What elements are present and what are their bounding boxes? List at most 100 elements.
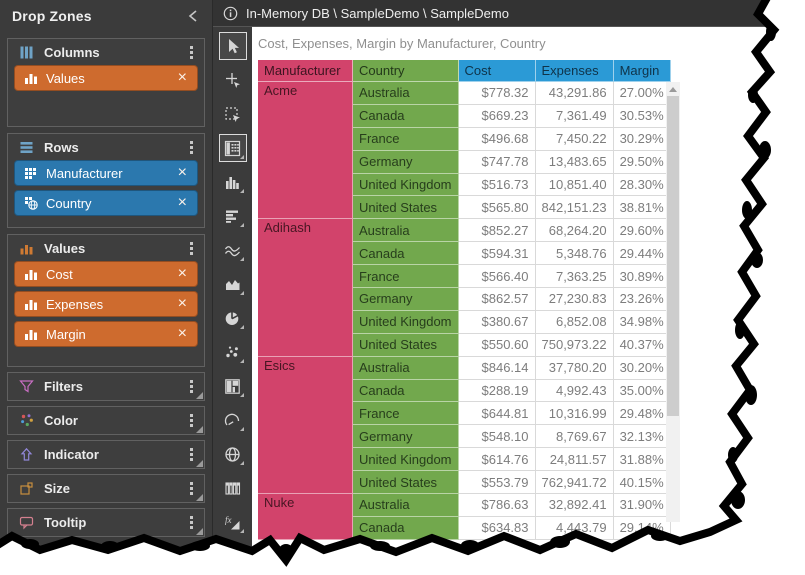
country-cell[interactable]: Canada (353, 517, 459, 540)
margin-cell[interactable]: 34.98% (614, 311, 671, 334)
expenses-cell[interactable]: 7,450.22 (536, 128, 614, 151)
margin-cell[interactable]: 28.30% (614, 174, 671, 197)
column-header-cost[interactable]: Cost (459, 60, 536, 82)
margin-cell[interactable]: 30.29% (614, 128, 671, 151)
country-cell[interactable]: United Kingdom (353, 448, 459, 471)
cost-cell[interactable]: $496.68 (459, 128, 536, 151)
country-cell[interactable]: United States (353, 334, 459, 357)
field-chip-manufacturer[interactable]: Manufacturer × (14, 160, 198, 186)
cost-cell[interactable]: $553.79 (459, 471, 536, 494)
panel-header-size[interactable]: Size (8, 475, 204, 501)
resize-grip[interactable] (196, 392, 203, 399)
expenses-cell[interactable]: 842,151.23 (536, 196, 614, 219)
country-cell[interactable]: France (353, 265, 459, 288)
country-cell[interactable]: United States (353, 196, 459, 219)
margin-cell[interactable]: 32.13% (614, 425, 671, 448)
vertical-scrollbar[interactable] (666, 82, 680, 522)
tool-lines[interactable] (219, 236, 247, 264)
expenses-cell[interactable]: 8,769.67 (536, 425, 614, 448)
cost-cell[interactable]: $594.31 (459, 242, 536, 265)
panel-header-columns[interactable]: Columns (8, 39, 204, 65)
margin-cell[interactable]: 29.50% (614, 151, 671, 174)
cost-cell[interactable]: $614.76 (459, 448, 536, 471)
expenses-cell[interactable]: 762,941.72 (536, 471, 614, 494)
country-cell[interactable]: United States (353, 471, 459, 494)
margin-cell[interactable]: 29.60% (614, 219, 671, 242)
tool-bar-chart[interactable] (219, 168, 247, 196)
expenses-cell[interactable]: 750,973.22 (536, 334, 614, 357)
margin-cell[interactable]: 38.81% (614, 196, 671, 219)
cost-cell[interactable]: $548.10 (459, 425, 536, 448)
field-chip-cost[interactable]: Cost × (14, 261, 198, 287)
tool-map[interactable] (219, 440, 247, 468)
expenses-cell[interactable]: 6,852.08 (536, 311, 614, 334)
tool-stacked-bars[interactable] (219, 202, 247, 230)
country-cell[interactable]: Canada (353, 380, 459, 403)
tool-range-area[interactable] (219, 270, 247, 298)
panel-menu-button[interactable] (186, 43, 197, 62)
manufacturer-group-cell[interactable]: Adihash (258, 219, 353, 356)
remove-field-button[interactable]: × (176, 296, 189, 312)
tool-scatter[interactable] (219, 338, 247, 366)
expenses-cell[interactable]: 5,348.76 (536, 242, 614, 265)
resize-grip[interactable] (196, 460, 203, 467)
panel-header-color[interactable]: Color (8, 407, 204, 433)
expenses-cell[interactable]: 43,291.86 (536, 82, 614, 105)
expenses-cell[interactable]: 7,361.49 (536, 105, 614, 128)
tool-calculated-fx[interactable]: fx (219, 508, 247, 536)
cost-cell[interactable]: $669.23 (459, 105, 536, 128)
country-cell[interactable]: Australia (353, 82, 459, 105)
country-cell[interactable]: United Kingdom (353, 174, 459, 197)
panel-menu-button[interactable] (186, 239, 197, 258)
tool-pointer[interactable] (219, 32, 247, 60)
field-chip-expenses[interactable]: Expenses × (14, 291, 198, 317)
expenses-cell[interactable]: 10,316.99 (536, 402, 614, 425)
scroll-up-button[interactable] (666, 82, 680, 96)
country-cell[interactable]: Canada (353, 105, 459, 128)
country-cell[interactable]: Australia (353, 357, 459, 380)
margin-cell[interactable]: 30.89% (614, 265, 671, 288)
cost-cell[interactable]: $634.83 (459, 517, 536, 540)
field-chip-margin[interactable]: Margin × (14, 321, 198, 347)
resize-grip[interactable] (196, 494, 203, 501)
margin-cell[interactable]: 30.53% (614, 105, 671, 128)
cost-cell[interactable]: $644.81 (459, 402, 536, 425)
manufacturer-group-cell[interactable]: Acme (258, 82, 353, 219)
remove-field-button[interactable]: × (176, 70, 189, 86)
margin-cell[interactable]: 29.44% (614, 242, 671, 265)
country-cell[interactable]: Australia (353, 494, 459, 517)
tool-cards[interactable] (219, 474, 247, 502)
panel-header-rows[interactable]: Rows (8, 134, 204, 160)
margin-cell[interactable]: 30.20% (614, 357, 671, 380)
manufacturer-group-cell[interactable]: Esics (258, 357, 353, 494)
expenses-cell[interactable]: 10,851.40 (536, 174, 614, 197)
collapse-sidebar-button[interactable] (184, 7, 202, 25)
cost-cell[interactable]: $747.78 (459, 151, 536, 174)
expenses-cell[interactable]: 7,363.25 (536, 265, 614, 288)
column-header-country[interactable]: Country (353, 60, 459, 82)
country-cell[interactable]: Australia (353, 219, 459, 242)
cost-cell[interactable]: $852.27 (459, 219, 536, 242)
tool-pie[interactable] (219, 304, 247, 332)
expenses-cell[interactable]: 32,892.41 (536, 494, 614, 517)
column-header-margin[interactable]: Margin (614, 60, 671, 82)
cost-cell[interactable]: $786.63 (459, 494, 536, 517)
remove-field-button[interactable]: × (176, 326, 189, 342)
cost-cell[interactable]: $550.60 (459, 334, 536, 357)
margin-cell[interactable]: 35.00% (614, 380, 671, 403)
expenses-cell[interactable]: 37,780.20 (536, 357, 614, 380)
margin-cell[interactable]: 23.26% (614, 288, 671, 311)
remove-field-button[interactable]: × (176, 165, 189, 181)
cost-cell[interactable]: $565.80 (459, 196, 536, 219)
cost-cell[interactable]: $380.67 (459, 311, 536, 334)
expenses-cell[interactable]: 13,483.65 (536, 151, 614, 174)
cost-cell[interactable]: $566.40 (459, 265, 536, 288)
column-header-expenses[interactable]: Expenses (536, 60, 614, 82)
manufacturer-group-cell[interactable]: Nuke (258, 494, 353, 540)
tool-crosshair-select[interactable] (219, 66, 247, 94)
tool-treemap[interactable] (219, 372, 247, 400)
tool-grid[interactable] (219, 134, 247, 162)
expenses-cell[interactable]: 4,992.43 (536, 380, 614, 403)
expenses-cell[interactable]: 68,264.20 (536, 219, 614, 242)
expenses-cell[interactable]: 24,811.57 (536, 448, 614, 471)
